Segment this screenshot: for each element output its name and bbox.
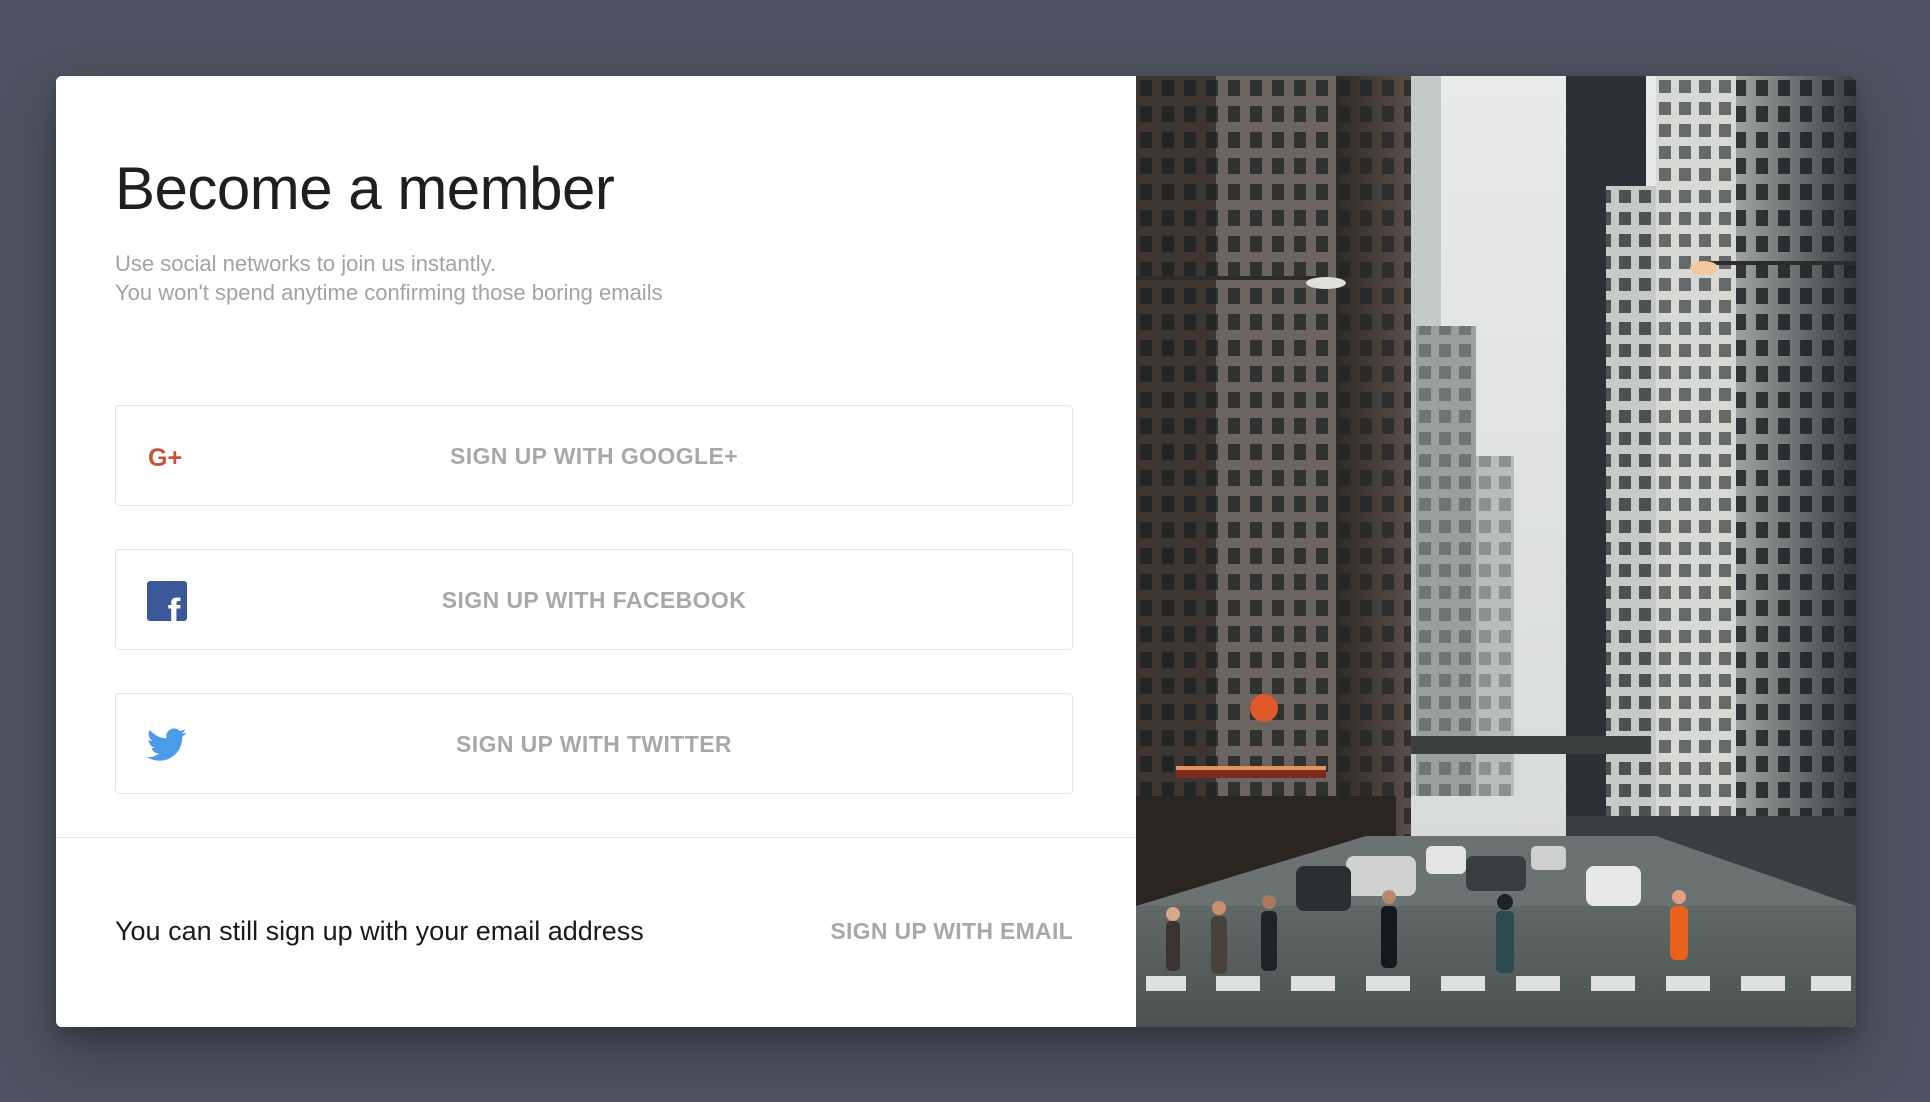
subtitle-line-2: You won't spend anytime confirming those… — [115, 280, 663, 305]
section-divider — [56, 837, 1136, 838]
subtitle-line-1: Use social networks to join us instantly… — [115, 251, 497, 276]
email-signup-link[interactable]: SIGN UP WITH EMAIL — [830, 918, 1073, 945]
google-signup-label: SIGN UP WITH GOOGLE+ — [449, 443, 739, 469]
subtitle: Use social networks to join us instantly… — [115, 249, 663, 307]
signup-panel: Become a member Use social networks to j… — [56, 76, 1136, 1027]
facebook-signup-button[interactable]: f SIGN UP WITH FACEBOOK — [115, 549, 1073, 650]
email-signup-prompt: You can still sign up with your email ad… — [115, 916, 644, 946]
city-street-illustration — [1136, 76, 1856, 1027]
google-signup-button[interactable]: G+ SIGN UP WITH GOOGLE+ — [115, 405, 1073, 506]
page-title: Become a member — [115, 155, 615, 222]
city-street-photo — [1136, 76, 1856, 1027]
twitter-signup-label: SIGN UP WITH TWITTER — [456, 731, 732, 757]
signup-card: Become a member Use social networks to j… — [56, 76, 1856, 1027]
twitter-signup-button[interactable]: SIGN UP WITH TWITTER — [115, 693, 1073, 794]
facebook-signup-label: SIGN UP WITH FACEBOOK — [441, 587, 747, 613]
